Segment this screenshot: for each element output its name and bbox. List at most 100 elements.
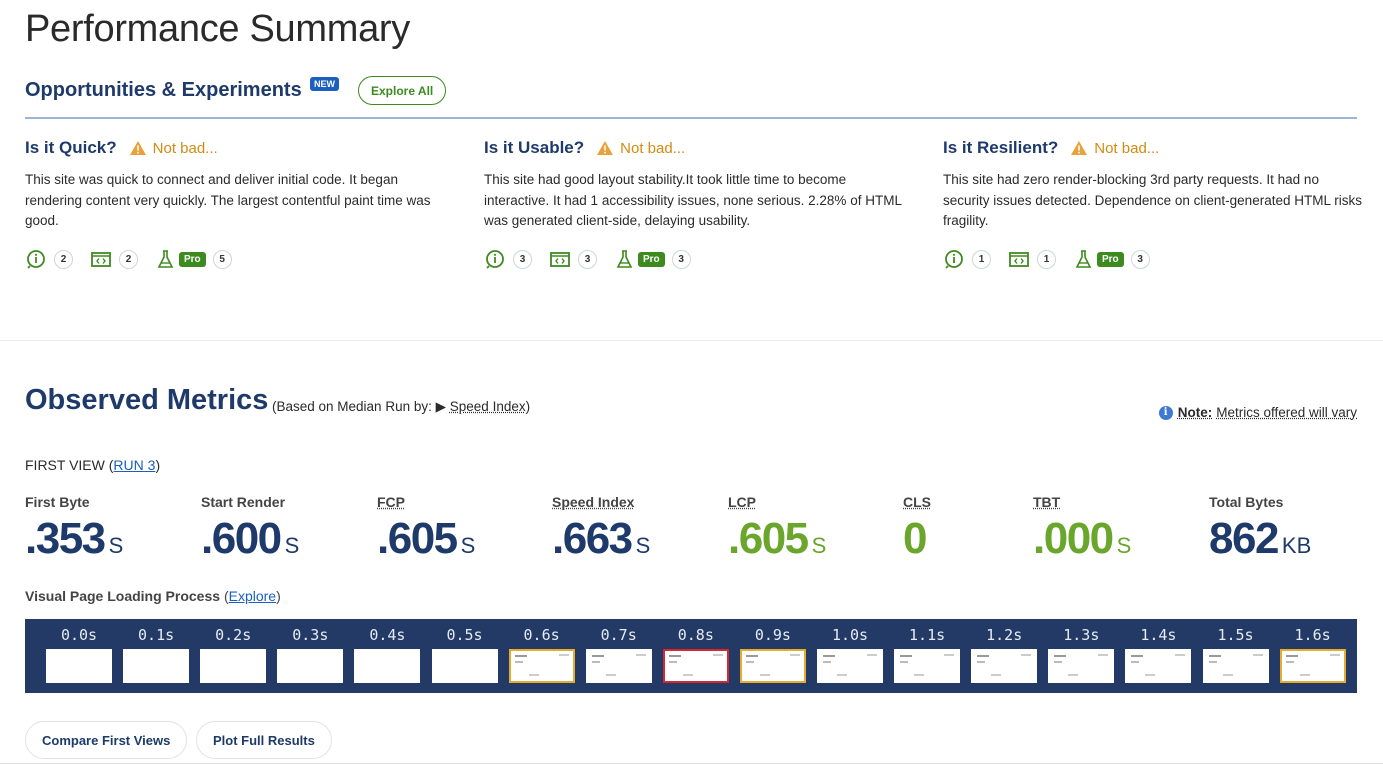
- filmstrip-frame[interactable]: 0.1s: [121, 619, 191, 693]
- column-description: This site was quick to connect and deliv…: [25, 172, 431, 228]
- filmstrip-frame[interactable]: 0.3s: [275, 619, 345, 693]
- first-view-suffix: ): [155, 457, 161, 473]
- frame-thumbnail[interactable]: [277, 649, 344, 683]
- filmstrip-frame[interactable]: 0.4s: [352, 619, 422, 693]
- metric-unit: S: [1116, 533, 1132, 558]
- frame-time: 0.0s: [60, 626, 98, 644]
- frame-thumbnail[interactable]: [585, 649, 652, 683]
- metric-unit: S: [460, 533, 476, 558]
- insight-icon[interactable]: [484, 248, 506, 270]
- observed-metrics-title: Observed Metrics: [25, 384, 269, 416]
- flask-icon[interactable]: [614, 248, 636, 270]
- thumbnail-content-line: [635, 654, 646, 656]
- metric-label[interactable]: CLS: [903, 494, 931, 510]
- first-view-label: FIRST VIEW (RUN 3): [25, 457, 160, 473]
- frame-thumbnail[interactable]: [662, 649, 729, 683]
- thumbnail-content-line: [1054, 655, 1067, 657]
- disclosure-arrow-icon[interactable]: ▶: [436, 399, 446, 414]
- filmstrip-frame[interactable]: 1.0s: [815, 619, 885, 693]
- frame-thumbnail[interactable]: [1125, 649, 1192, 683]
- thumbnail-content-line: [1208, 655, 1221, 657]
- experiment-icon[interactable]: [1008, 248, 1030, 270]
- filmstrip-frame[interactable]: 0.9s: [738, 619, 808, 693]
- metric-label[interactable]: LCP: [728, 494, 826, 510]
- frame-time: 1.6s: [1294, 626, 1331, 644]
- metric-label[interactable]: TBT: [1033, 494, 1131, 510]
- frame-thumbnail[interactable]: [971, 649, 1038, 683]
- filmstrip-frame[interactable]: 1.2s: [969, 619, 1039, 693]
- explore-link[interactable]: Explore: [229, 588, 276, 604]
- column-heading[interactable]: Is it Resilient?: [943, 138, 1058, 158]
- experiment-icon[interactable]: [90, 248, 112, 270]
- frame-time: 0.6s: [523, 626, 560, 644]
- frame-thumbnail[interactable]: [354, 649, 421, 683]
- frame-thumbnail[interactable]: [46, 649, 112, 683]
- metric-label: First Byte: [25, 494, 90, 510]
- insight-icon[interactable]: [25, 248, 47, 270]
- explore-all-button[interactable]: Explore All: [358, 76, 447, 105]
- column-heading[interactable]: Is it Usable?: [484, 138, 584, 158]
- column-heading[interactable]: Is it Quick?: [25, 138, 117, 158]
- thumbnail-content-line: [682, 674, 693, 676]
- opportunities-title: Opportunities & Experiments: [25, 79, 302, 101]
- thumbnail-content-line: [759, 674, 770, 676]
- filmstrip-frame[interactable]: 1.5s: [1201, 619, 1271, 693]
- run-link[interactable]: RUN 3: [113, 457, 155, 473]
- compare-first-views-button[interactable]: Compare First Views: [25, 721, 188, 759]
- metric-first-byte: First Byte .353 S: [25, 494, 123, 564]
- metric-tbt: TBT .000 S: [1033, 494, 1131, 564]
- insight-icon[interactable]: [943, 248, 965, 270]
- metrics-note[interactable]: i Note: Metrics offered will vary: [1158, 405, 1357, 420]
- filmstrip-frame[interactable]: 0.7s: [584, 619, 654, 693]
- visual-loading-text: Visual Page Loading Process: [25, 588, 221, 604]
- frame-thumbnail[interactable]: [431, 649, 498, 683]
- metric-fcp: FCP .605 S: [377, 494, 475, 564]
- insight-count: 2: [54, 249, 73, 269]
- metric-label: Start Render: [201, 494, 286, 510]
- subtitle-suffix: ): [525, 399, 531, 414]
- experiment-count: 2: [119, 249, 138, 269]
- filmstrip-frame[interactable]: 0.6s: [507, 619, 577, 693]
- frame-thumbnail[interactable]: [1279, 649, 1346, 683]
- flask-icon[interactable]: [1073, 248, 1095, 270]
- experiment-count: 3: [578, 249, 597, 269]
- frame-thumbnail[interactable]: [200, 649, 267, 683]
- thumbnail-content-line: [591, 655, 604, 657]
- frame-thumbnail[interactable]: [123, 649, 190, 683]
- filmstrip-frame[interactable]: 1.3s: [1046, 619, 1116, 693]
- thumbnail-content-line: [745, 655, 758, 657]
- frame-thumbnail[interactable]: [894, 649, 961, 683]
- filmstrip-frame[interactable]: 0.0s: [44, 619, 114, 693]
- insight-count: 1: [972, 249, 991, 269]
- filmstrip-frame[interactable]: 1.1s: [892, 619, 962, 693]
- filmstrip-frame[interactable]: 1.4s: [1123, 619, 1193, 693]
- column-description: This site had zero render-blocking 3rd p…: [943, 172, 1362, 228]
- thumbnail-content-line: [1299, 674, 1310, 676]
- frame-thumbnail[interactable]: [1202, 649, 1269, 683]
- thumbnail-content-line: [914, 674, 925, 676]
- new-badge: NEW: [310, 77, 339, 91]
- metric-label[interactable]: Speed Index: [552, 494, 650, 510]
- thumbnail-content-line: [837, 674, 847, 676]
- metric-label[interactable]: FCP: [377, 494, 475, 510]
- thumbnail-content-line: [514, 661, 523, 663]
- frame-thumbnail[interactable]: [508, 649, 575, 683]
- visual-loading-label: Visual Page Loading Process (Explore): [25, 588, 281, 604]
- experiment-icon[interactable]: [549, 248, 571, 270]
- column-description: This site had good layout stability.It t…: [484, 172, 902, 228]
- thumbnail-content-line: [558, 654, 569, 656]
- pro-badge: Pro: [1097, 251, 1124, 267]
- flask-icon[interactable]: [155, 248, 177, 270]
- frame-thumbnail[interactable]: [1048, 649, 1115, 683]
- section-divider: [0, 340, 1383, 341]
- filmstrip-frame[interactable]: 0.8s: [661, 619, 731, 693]
- filmstrip-frame[interactable]: 1.6s: [1278, 619, 1348, 693]
- thumbnail-content-line: [1098, 654, 1109, 656]
- plot-full-results-button[interactable]: Plot Full Results: [196, 721, 332, 759]
- pro-count: 3: [1130, 249, 1150, 269]
- filmstrip-frame[interactable]: 0.2s: [198, 619, 268, 693]
- median-metric-link[interactable]: Speed Index: [450, 399, 526, 414]
- filmstrip-frame[interactable]: 0.5s: [430, 619, 500, 693]
- frame-thumbnail[interactable]: [817, 649, 883, 683]
- frame-thumbnail[interactable]: [739, 649, 806, 683]
